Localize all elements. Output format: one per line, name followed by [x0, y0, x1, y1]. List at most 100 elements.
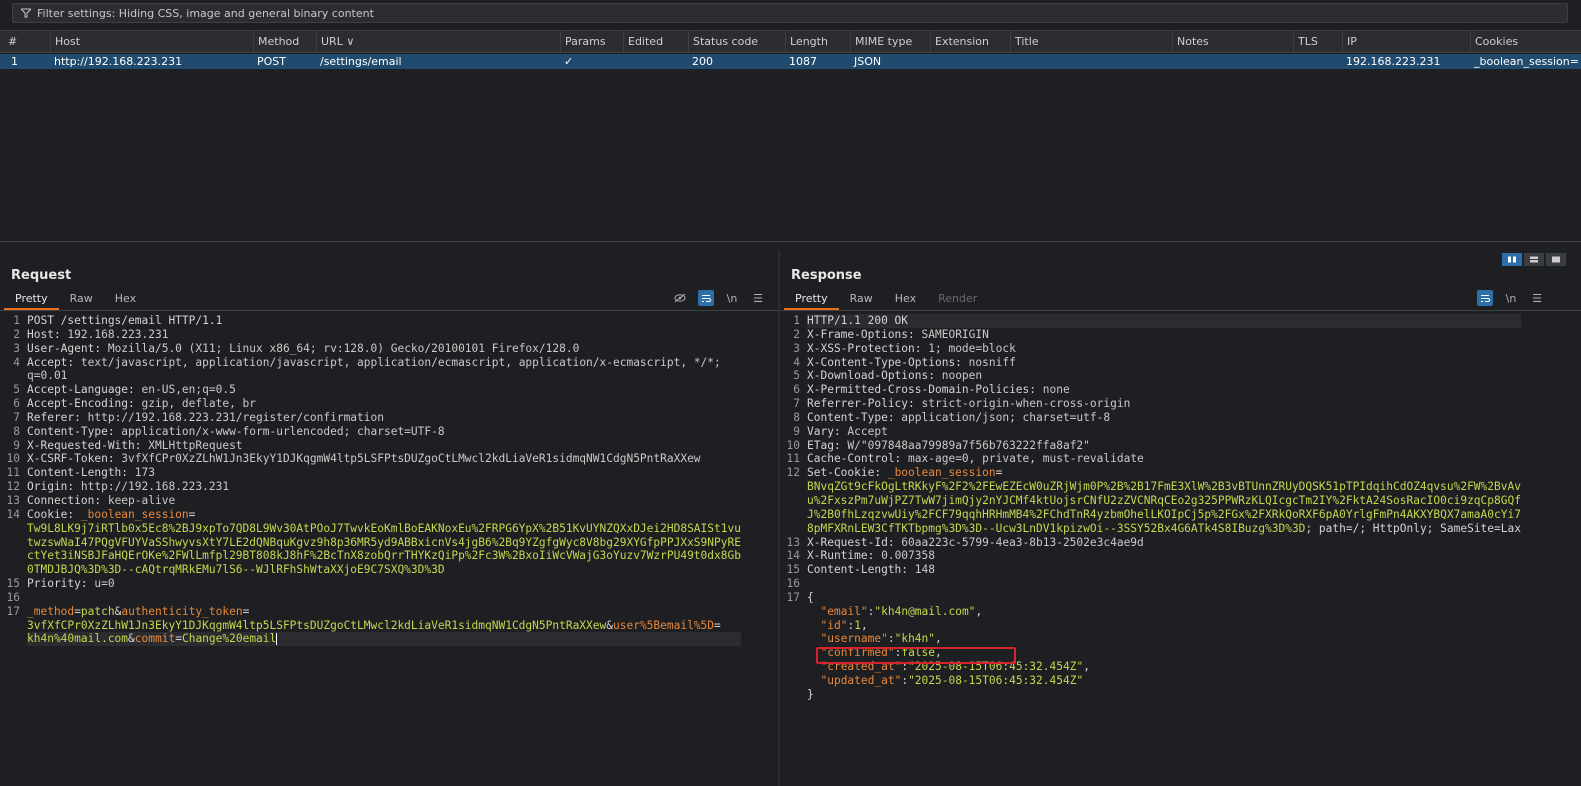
column-header-url[interactable]: URL ∨: [316, 31, 560, 53]
response-tab-pretty[interactable]: Pretty: [784, 290, 839, 310]
column-header-method[interactable]: Method: [253, 31, 316, 53]
code-token: ,: [975, 604, 983, 618]
line-number: [0, 619, 20, 633]
response-title: Response: [791, 268, 862, 283]
column-header-ip[interactable]: IP: [1342, 31, 1470, 53]
code-token: Priority:: [27, 577, 95, 591]
code-line: User-Agent: Mozilla/5.0 (X11; Linux x86_…: [27, 342, 741, 356]
code-line: X-CSRF-Token: 3vfXfCPr0XzZLhW1Jn3EkyY1DJ…: [27, 452, 741, 466]
filter-settings-bar[interactable]: Filter settings: Hiding CSS, image and g…: [12, 3, 1568, 23]
code-line: Origin: http://192.168.223.231: [27, 480, 741, 494]
code-token: u%2FxszPm7uWjPZ7TwW7jimQjy2nYJCMf4ktUojs…: [807, 493, 1521, 507]
code-token: Accept: [847, 424, 888, 438]
code-token: "2025-08-15T06:45:32.454Z": [908, 673, 1084, 687]
row-url: /settings/email: [320, 55, 402, 68]
code-line: X-Request-Id: 60aa223c-5799-4ea3-8b13-25…: [807, 536, 1521, 550]
code-line: ETag: W/"097848aa79989a7f56b763222ffa8af…: [807, 439, 1521, 453]
layout-view-buttons: [1502, 253, 1566, 266]
column-header-tls[interactable]: TLS: [1293, 31, 1342, 53]
response-wrap-lines-icon[interactable]: [1477, 290, 1493, 306]
line-number: [780, 508, 800, 522]
line-number: [780, 674, 800, 688]
column-header-status-code[interactable]: Status code: [688, 31, 785, 53]
hide-eye-icon[interactable]: [672, 290, 688, 306]
response-editor[interactable]: 1 2 3 4 5 6 7 8 9 10 11 12 13 14 15 16 17 HTTP/1.1 200 …: [780, 314, 1581, 784]
tabbed-layout-icon[interactable]: [1546, 253, 1566, 266]
line-number: 13: [6, 493, 20, 507]
wrap-lines-icon[interactable]: [698, 290, 714, 306]
response-show-newlines-icon[interactable]: \n: [1503, 290, 1519, 306]
code-line: _method=patch&authenticity_token=: [27, 605, 741, 619]
code-line: twzswNaI47PQgVFUYVaSShwyvsXtY7LE2dQNBquK…: [27, 536, 741, 550]
line-number: 17: [786, 590, 800, 604]
line-number: 1: [13, 314, 20, 327]
request-code: POST /settings/email HTTP/1.1 Host: 192.1…: [27, 314, 741, 647]
column-header-num[interactable]: #: [4, 31, 50, 53]
column-header-title[interactable]: Title: [1010, 31, 1172, 53]
code-line: POST /settings/email HTTP/1.1: [27, 314, 741, 328]
code-line: J%2B0fhLzqzvwUiy%2FCF79qqhHRHmMB4%2FChdT…: [807, 508, 1521, 522]
request-editor[interactable]: 1234 5 6 7 8 9 10 11 12 13 14 15 16 17 POST /settin…: [0, 314, 778, 784]
code-line: u%2FxszPm7uWjPZ7TwW7jimQjy2nYJCMf4ktUojs…: [807, 494, 1521, 508]
code-line: 0TMDJBJQ%3D%3D--cAQtrqMRkEMu7lS6--WJlRFh…: [27, 563, 741, 577]
code-token: commit: [134, 632, 176, 646]
response-tab-hex[interactable]: Hex: [884, 290, 927, 310]
code-token: 173: [134, 466, 155, 480]
code-token: Accept:: [27, 355, 81, 369]
request-tab-pretty[interactable]: Pretty: [4, 290, 59, 310]
code-token: 192.168.223.231: [67, 327, 169, 341]
text-cursor: [276, 633, 278, 646]
line-number: 9: [793, 424, 800, 438]
code-line: Content-Length: 173: [27, 466, 741, 480]
code-line: Accept-Encoding: gzip, deflate, br: [27, 397, 741, 411]
code-token: authenticity_token: [121, 604, 243, 618]
code-line: "updated_at":"2025-08-15T06:45:32.454Z": [807, 674, 1521, 688]
side-by-side-layout-icon[interactable]: [1502, 253, 1522, 266]
sort-chevron-down-icon: ∨: [346, 35, 355, 48]
table-row[interactable]: 1 http://192.168.223.231 POST /settings/…: [0, 54, 1581, 69]
column-header-notes[interactable]: Notes: [1172, 31, 1293, 53]
line-number: 7: [793, 397, 800, 411]
code-token: Host:: [27, 327, 68, 341]
line-number: 3: [793, 341, 800, 355]
line-number: [780, 619, 800, 633]
line-number: 14: [786, 549, 800, 563]
request-tabs: Pretty Raw Hex: [4, 290, 147, 310]
line-number: 15: [6, 577, 20, 591]
show-newlines-icon[interactable]: \n: [724, 290, 740, 306]
column-header-edited[interactable]: Edited: [623, 31, 688, 53]
stacked-layout-icon[interactable]: [1524, 253, 1544, 266]
code-token: nosniff: [968, 355, 1016, 369]
column-header-extension[interactable]: Extension: [930, 31, 1010, 53]
code-token: User-Agent:: [27, 341, 108, 355]
line-number: [0, 549, 20, 563]
column-header-cookies[interactable]: Cookies: [1470, 31, 1581, 53]
code-token: &: [606, 618, 613, 632]
code-token: :: [887, 632, 895, 646]
column-header-host[interactable]: Host: [50, 31, 253, 53]
line-number: 8: [793, 410, 800, 424]
column-header-length[interactable]: Length: [785, 31, 850, 53]
column-header-params[interactable]: Params: [560, 31, 623, 53]
column-header-mime-type[interactable]: MIME type: [850, 31, 930, 53]
response-tab-raw[interactable]: Raw: [839, 290, 884, 310]
code-token: none: [1042, 383, 1070, 397]
menu-icon[interactable]: ☰: [750, 290, 766, 306]
request-tabs-divider: [0, 310, 778, 311]
code-token: ctYet3iNSBJFaHQErOKe%2FWlLmfpl29BT808kJ8…: [27, 549, 741, 563]
code-token: HTTP/1.1 200 OK: [807, 314, 909, 327]
request-tab-raw[interactable]: Raw: [59, 290, 104, 310]
code-token: POST /settings/email HTTP/1.1: [27, 314, 223, 327]
http-history-table[interactable]: # Host Method URL ∨ Params Edited Status…: [0, 30, 1581, 242]
request-tab-hex[interactable]: Hex: [104, 290, 147, 310]
code-line: BNvqZGt9cFkOgLtRKkyF%2F2%2FEwEZEcW0uZRjW…: [807, 480, 1521, 494]
response-tab-render[interactable]: Render: [927, 290, 988, 310]
table-header: # Host Method URL ∨ Params Edited Status…: [0, 31, 1581, 53]
code-token: _boolean_session: [80, 507, 189, 521]
code-token: 0.007358: [881, 549, 935, 563]
line-number: [780, 522, 800, 536]
code-token: =: [714, 618, 721, 632]
line-number: 12: [6, 480, 20, 494]
response-menu-icon[interactable]: ☰: [1529, 290, 1545, 306]
